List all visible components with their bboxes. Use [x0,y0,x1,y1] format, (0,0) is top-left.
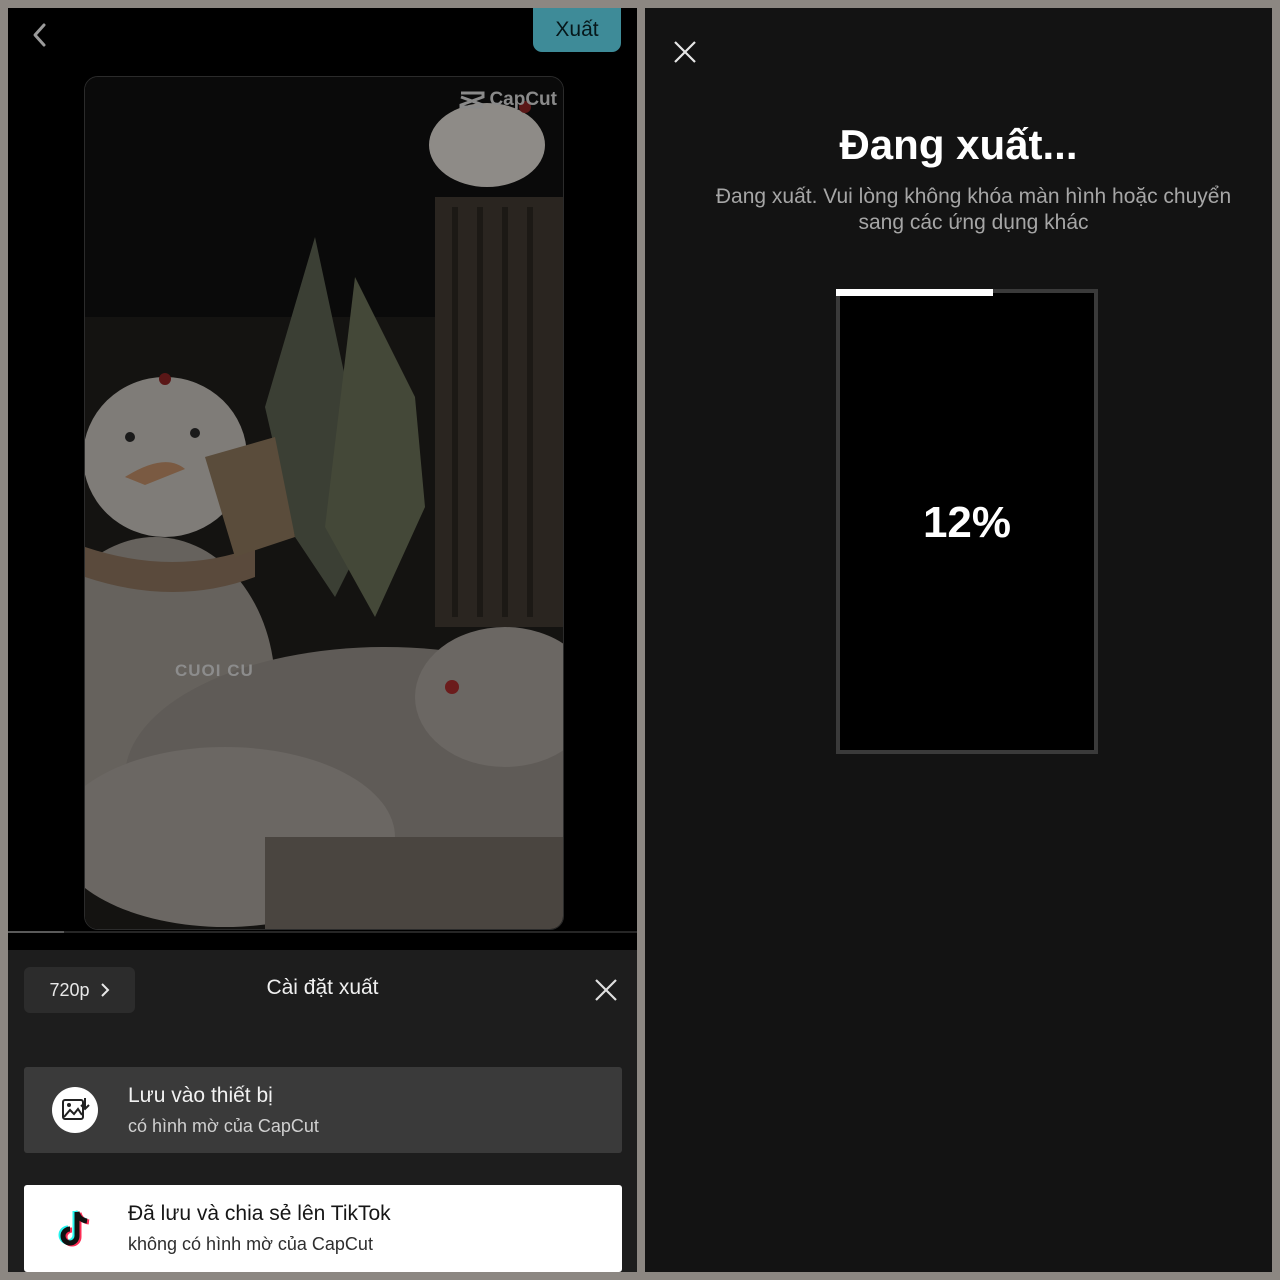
description-line-2: sang các ứng dụng khác [858,211,1089,234]
timeline-track [8,931,637,933]
progress-percent: 12% [922,498,1012,547]
capcut-watermark: CapCut [459,89,557,111]
save-option-subtitle: có hình mờ của CapCut [128,1116,319,1136]
description-line-1: Đang xuất. Vui lòng không khóa màn hình … [715,185,1232,208]
save-to-device-option[interactable]: Lưu vào thiết bị có hình mờ của CapCut [24,1067,622,1153]
back-button[interactable] [28,20,52,50]
close-icon [595,979,617,1001]
video-image [85,77,563,929]
exporting-panel: Đang xuất... Đang xuất. Vui lòng không k… [645,8,1272,1272]
editor-panel: Xuất CapCut CUOI CU 720p Cài đặt xuất Lư… [8,8,637,1272]
exporting-title: Đang xuất... [839,121,1078,168]
close-icon [674,41,696,63]
export-settings-sheet: 720p Cài đặt xuất Lưu vào thiết bị có hì [8,950,637,1272]
save-image-icon [52,1087,98,1133]
capcut-logo-icon [459,91,485,109]
watermark-text: CapCut [489,89,557,110]
timeline-progress [8,931,64,933]
video-preview[interactable]: CapCut CUOI CU [84,76,564,930]
video-overlay-text: CUOI CU [175,661,254,680]
exporting-description: Đang xuất. Vui lòng không khóa màn hình … [675,184,1272,236]
export-progress-bar [836,289,993,296]
sheet-close-button[interactable] [594,978,618,1002]
save-option-title: Lưu vào thiết bị [128,1084,273,1107]
close-export-button[interactable] [673,40,697,64]
share-tiktok-option[interactable]: Đã lưu và chia sẻ lên TikTok không có hì… [24,1185,622,1272]
sheet-title: Cài đặt xuất [266,976,379,999]
tiktok-option-subtitle: không có hình mờ của CapCut [128,1234,373,1254]
export-button[interactable]: Xuất [533,8,621,52]
chevron-left-icon [33,23,46,47]
tiktok-option-title: Đã lưu và chia sẻ lên TikTok [128,1202,391,1225]
tiktok-icon [58,1210,90,1247]
